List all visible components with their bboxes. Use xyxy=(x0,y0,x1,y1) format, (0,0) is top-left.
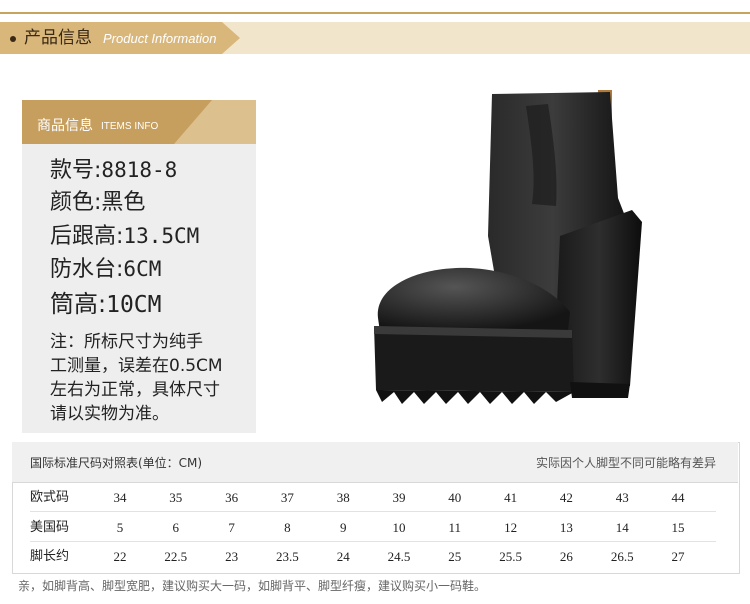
spec-value: 6CM xyxy=(123,257,162,281)
row-label-foot-length: 脚长约 xyxy=(30,549,70,564)
size-cell: 24.5 xyxy=(387,549,411,564)
footer-tip: 亲，如脚背高、脚型宽肥，建议购买大一码，如脚背平、脚型纤瘦，建议购买小一码鞋。 xyxy=(18,579,487,593)
spec-label: 防水台: xyxy=(50,257,124,282)
size-cell: 12 xyxy=(504,520,518,535)
size-chart-note: 实际因个人脚型不同可能略有差异 xyxy=(536,456,717,470)
size-cell: 23.5 xyxy=(276,549,299,564)
size-cell: 34 xyxy=(113,490,127,505)
size-cell: 44 xyxy=(671,490,685,505)
section-title: 产品信息 xyxy=(24,28,92,48)
bullet-dot-icon xyxy=(10,36,16,42)
size-cell: 41 xyxy=(504,490,518,505)
size-cell: 24 xyxy=(336,549,350,564)
size-cell: 8 xyxy=(284,520,291,535)
size-cell: 11 xyxy=(448,520,462,535)
spec-label: 款号: xyxy=(50,158,102,183)
spec-value: 8818-8 xyxy=(101,158,178,182)
spec-label: 颜色: xyxy=(50,190,102,215)
size-cell: 43 xyxy=(615,490,629,505)
spec-heel-height: 后跟高:13.5CM xyxy=(50,222,199,251)
size-cell: 13 xyxy=(559,520,573,535)
size-cell: 40 xyxy=(448,490,462,505)
size-cell: 26 xyxy=(559,549,573,564)
size-cell: 5 xyxy=(116,520,124,535)
size-cell: 23 xyxy=(225,549,239,564)
row-label-us: 美国码 xyxy=(30,520,70,535)
note-line: 请以实物为准。 xyxy=(50,404,169,424)
size-cell: 26.5 xyxy=(610,549,634,564)
size-cell: 25 xyxy=(448,549,462,564)
size-cell: 6 xyxy=(172,520,180,535)
size-cell: 27 xyxy=(671,549,685,564)
size-chart-title: 国际标准尺码对照表(单位：CM) xyxy=(30,456,203,470)
size-cell: 35 xyxy=(169,490,183,505)
header-top-rule xyxy=(0,12,750,14)
boot-product-image xyxy=(374,90,642,404)
size-cell: 14 xyxy=(615,520,629,535)
spec-platform: 防水台:6CM xyxy=(50,255,161,284)
size-cell: 37 xyxy=(280,490,294,505)
size-cell: 36 xyxy=(225,490,239,505)
spec-value: 10CM xyxy=(106,292,162,318)
size-cell: 7 xyxy=(228,520,235,535)
section-title-en: Product Information xyxy=(103,31,217,46)
size-cell: 15 xyxy=(671,520,685,535)
row-divider xyxy=(30,511,716,512)
info-header-title: 商品信息 xyxy=(37,118,93,134)
row-divider xyxy=(30,541,716,542)
measurement-note: 注：所标尺寸为纯手 工测量，误差在0.5CM 左右为正常，具体尺寸 请以实物为准… xyxy=(50,330,250,426)
note-line: 左右为正常，具体尺寸 xyxy=(50,380,220,400)
size-cell: 22 xyxy=(113,549,127,564)
size-cell: 25.5 xyxy=(499,549,522,564)
spec-label: 后跟高: xyxy=(50,224,124,249)
size-cell: 10 xyxy=(392,520,406,535)
spec-label: 筒高: xyxy=(50,290,107,318)
size-cell: 39 xyxy=(392,490,406,505)
note-line: 注：所标尺寸为纯手 xyxy=(50,332,203,352)
spec-model: 款号:8818-8 xyxy=(50,156,177,185)
size-cell: 38 xyxy=(336,490,350,505)
spec-value: 黑色 xyxy=(101,190,146,215)
spec-value: 13.5CM xyxy=(123,224,200,248)
size-cell: 42 xyxy=(559,490,573,505)
spec-color: 颜色:黑色 xyxy=(50,189,145,217)
spec-shaft-height: 筒高:10CM xyxy=(50,290,161,319)
info-header-title-en: ITEMS INFO xyxy=(101,121,159,132)
row-label-eu: 欧式码 xyxy=(30,490,70,505)
note-line: 工测量，误差在0.5CM xyxy=(50,356,223,376)
size-cell: 9 xyxy=(339,520,347,535)
size-cell: 22.5 xyxy=(164,549,188,564)
